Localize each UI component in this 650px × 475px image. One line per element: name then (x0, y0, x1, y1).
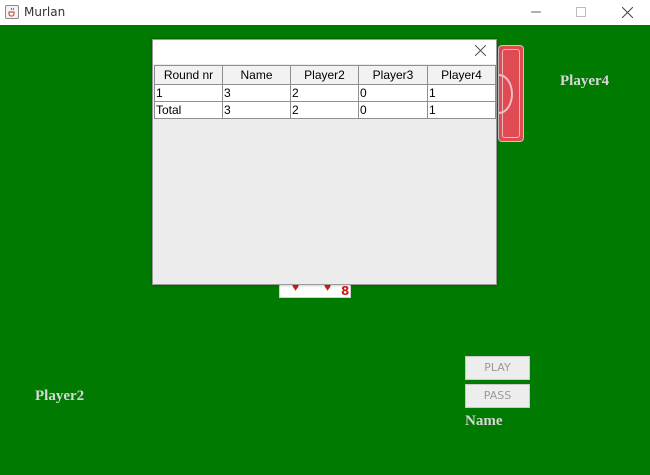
column-header[interactable]: Round nr (154, 65, 223, 85)
card-rank: 8 (341, 284, 350, 298)
pass-button[interactable]: PASS (465, 384, 530, 408)
table-cell: 1 (154, 84, 223, 102)
table-cell: 3 (222, 101, 291, 119)
java-cup-icon (5, 5, 19, 19)
column-header[interactable]: Name (222, 65, 291, 85)
table-cell: 1 (427, 101, 496, 119)
self-player-label: Name (465, 413, 503, 429)
maximize-icon (576, 7, 586, 17)
player2-label: Player2 (35, 388, 85, 404)
maximize-button[interactable] (558, 0, 604, 25)
dialog-titlebar (153, 40, 496, 64)
table-cell: 0 (358, 101, 428, 119)
close-button[interactable] (604, 0, 650, 25)
table-row[interactable]: 1 3 2 0 1 (154, 84, 496, 102)
table-cell: 2 (290, 84, 359, 102)
close-icon (622, 7, 633, 18)
column-header[interactable]: Player3 (358, 65, 428, 85)
table-cell: 2 (290, 101, 359, 119)
table-row[interactable]: Total 3 2 0 1 (154, 101, 496, 119)
player4-card-back (498, 45, 524, 142)
table-header-row: Round nr Name Player2 Player3 Player4 (154, 65, 496, 85)
played-card: ♥ ♥ 8 (279, 280, 351, 298)
table-cell: Total (154, 101, 223, 119)
table-cell: 1 (427, 84, 496, 102)
minimize-icon (531, 11, 541, 13)
score-dialog: Round nr Name Player2 Player3 Player4 1 … (152, 39, 497, 285)
table-cell: 0 (358, 84, 428, 102)
play-button[interactable]: PLAY (465, 356, 530, 380)
player4-label: Player4 (560, 73, 610, 89)
close-icon[interactable] (475, 45, 486, 56)
score-table: Round nr Name Player2 Player3 Player4 1 … (154, 65, 496, 119)
table-cell: 3 (222, 84, 291, 102)
column-header[interactable]: Player2 (290, 65, 359, 85)
window-titlebar: Murlan (0, 0, 650, 25)
window-title: Murlan (24, 5, 66, 19)
column-header[interactable]: Player4 (427, 65, 496, 85)
minimize-button[interactable] (513, 0, 559, 25)
